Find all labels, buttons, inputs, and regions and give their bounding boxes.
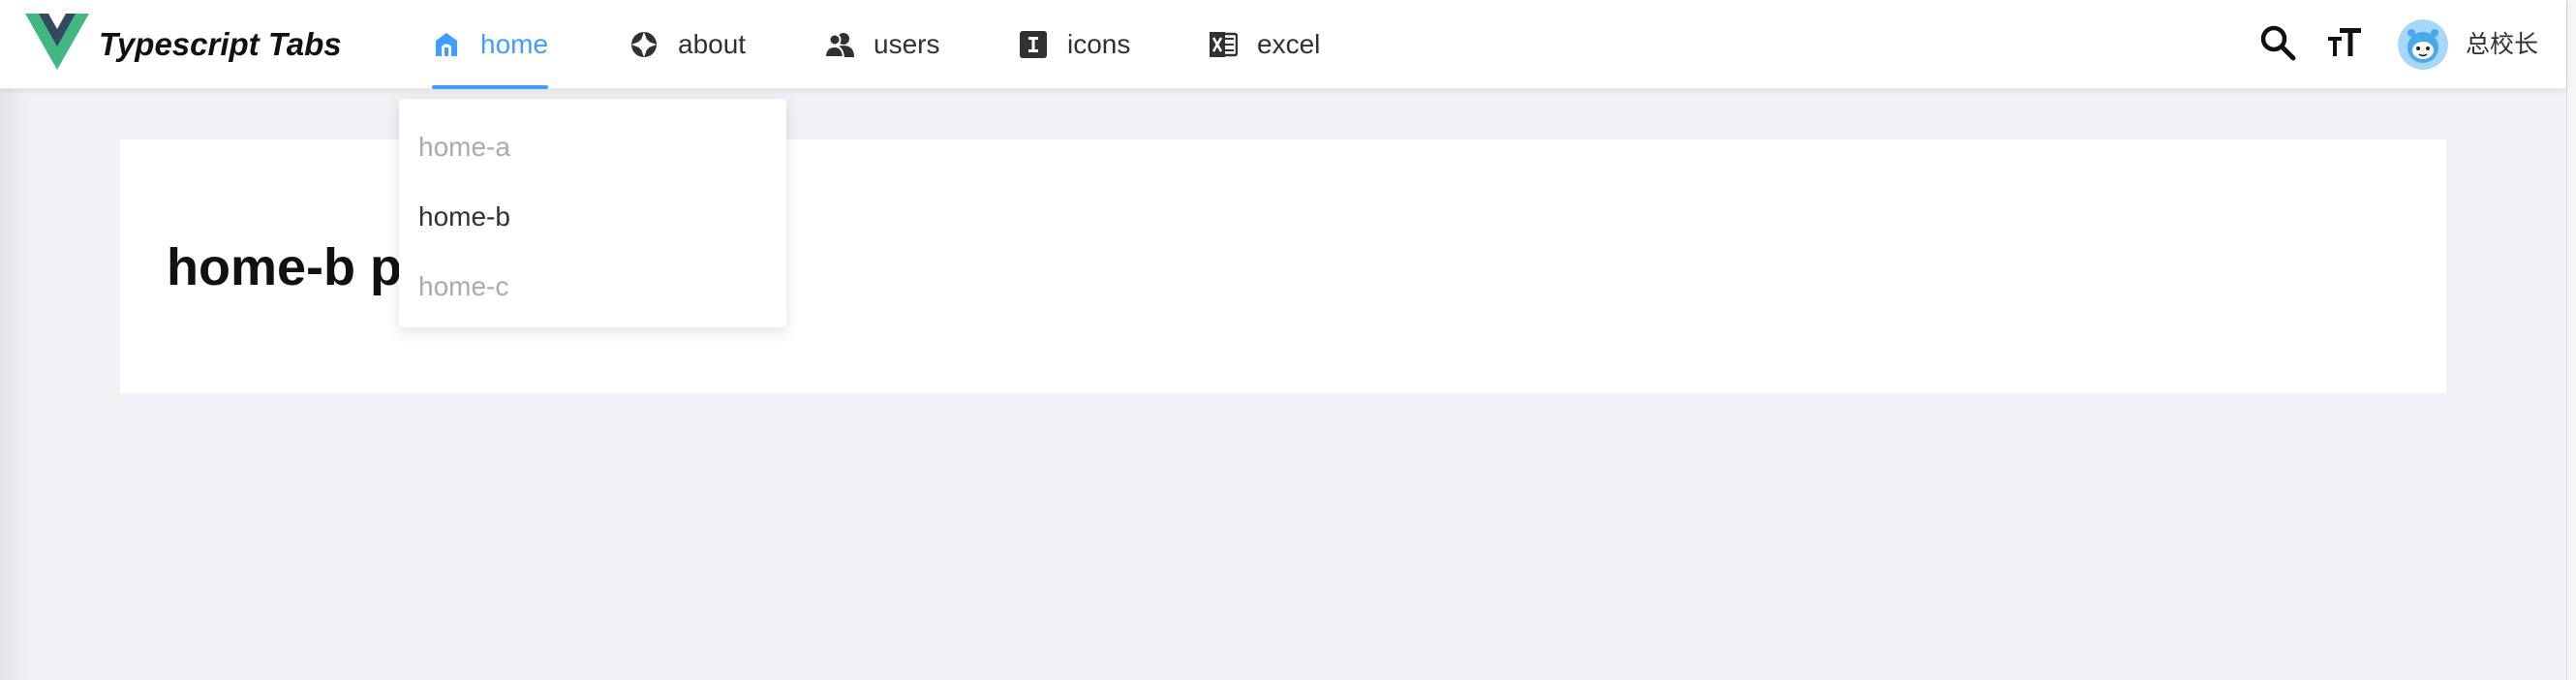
nav-item-label: users	[874, 29, 940, 59]
nav-item-label: home	[480, 29, 549, 59]
nav-item-about[interactable]: about	[629, 0, 746, 89]
home-submenu-dropdown: home-a home-b home-c	[399, 99, 786, 327]
nav-item-icons[interactable]: icons	[1019, 0, 1130, 89]
nav-item-excel[interactable]: excel	[1209, 0, 1320, 89]
sidebar-shadow	[0, 89, 33, 680]
users-icon	[825, 30, 854, 59]
submenu-item-home-b[interactable]: home-b	[399, 182, 786, 252]
home-icon	[432, 30, 461, 59]
search-icon	[2258, 23, 2297, 67]
app-title: Typescript Tabs	[99, 26, 342, 62]
excel-icon	[1209, 30, 1238, 59]
top-header: Typescript Tabs home about users icons e…	[0, 0, 2566, 89]
submenu-item-home-c[interactable]: home-c	[399, 252, 786, 322]
avatar[interactable]	[2398, 19, 2448, 70]
search-button[interactable]	[2256, 23, 2299, 66]
window-scroll-edge	[2566, 0, 2576, 680]
user-name[interactable]: 总校长	[2466, 27, 2538, 62]
vue-logo-icon[interactable]	[25, 14, 89, 70]
font-size-button[interactable]	[2324, 23, 2367, 66]
nav-item-users[interactable]: users	[825, 0, 939, 89]
app-page: Typescript Tabs home about users icons e…	[0, 0, 2576, 680]
submenu-item-home-a[interactable]: home-a	[399, 112, 786, 182]
text-cursor-icon	[1019, 30, 1048, 59]
nav-item-label: about	[678, 29, 747, 59]
nav-item-label: icons	[1067, 29, 1131, 59]
nav-item-home[interactable]: home	[432, 0, 549, 89]
nav-item-label: excel	[1257, 29, 1321, 59]
font-size-icon	[2326, 23, 2365, 67]
aperture-icon	[629, 30, 659, 59]
